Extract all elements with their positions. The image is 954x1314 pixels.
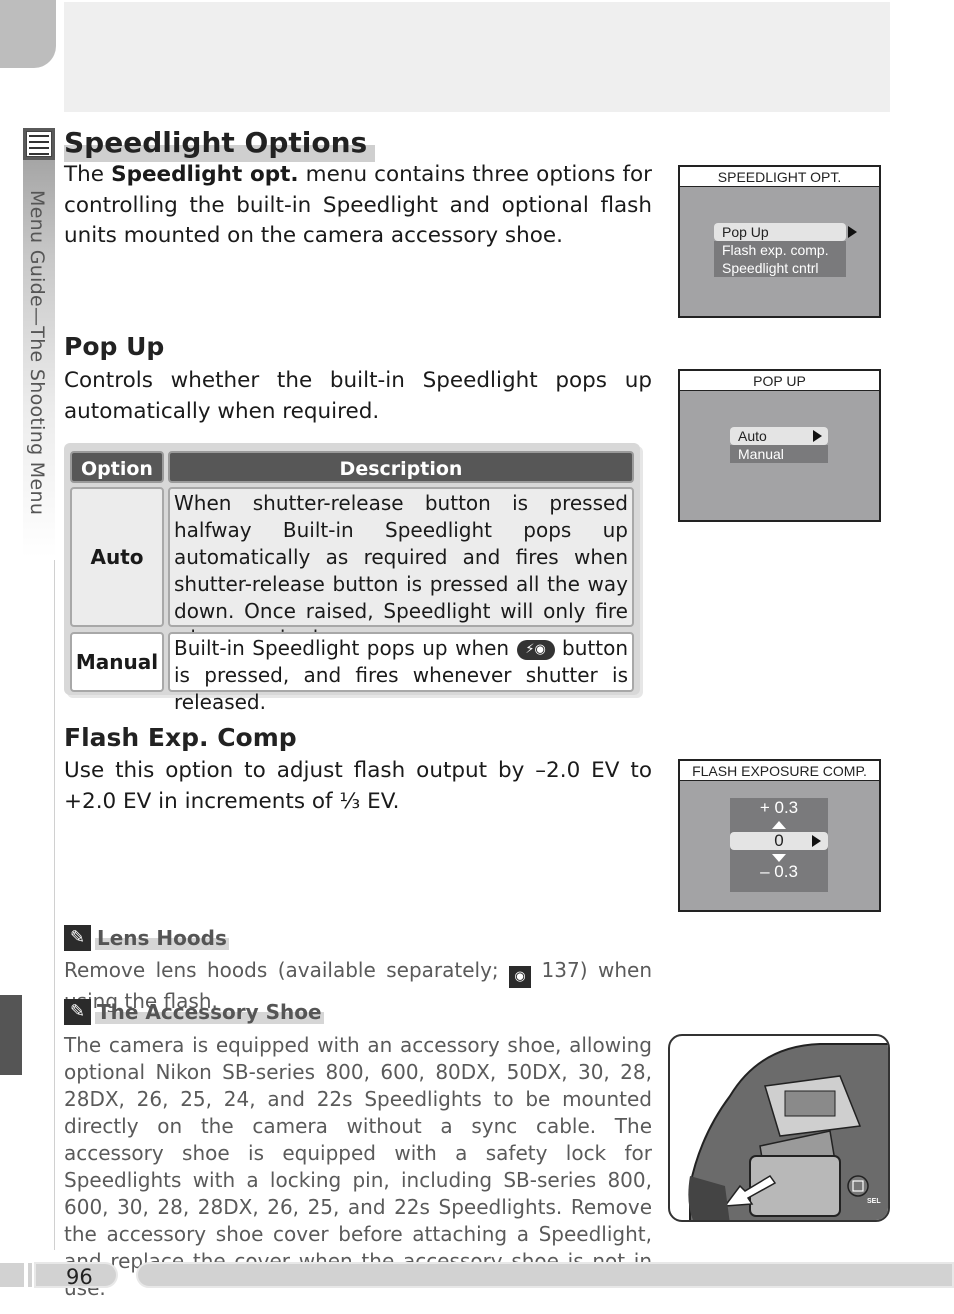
flash-popup-button-icon: ⚡◉ [516, 639, 555, 660]
flash-comp-paragraph: Use this option to adjust flash output b… [64, 758, 652, 814]
shooting-menu-icon [23, 128, 55, 160]
page-footer: 96 [0, 1260, 954, 1290]
menu-name: Speedlight opt. [111, 162, 299, 187]
lcd-flash-exposure-comp: FLASH EXPOSURE COMP. + 0.3 0 – 0.3 [678, 759, 881, 912]
page-corner-tab [0, 0, 56, 68]
table-header-option: Option [70, 451, 164, 483]
note-accessory-shoe: ✎ The Accessory Shoe [64, 999, 324, 1025]
section-heading-pop-up: Pop Up [64, 332, 165, 361]
arrow-right-icon [812, 835, 821, 847]
footer-stripe [28, 1263, 32, 1287]
page-number: 96 [34, 1262, 118, 1289]
table-cell-description: When shutter-release button is pressed h… [168, 487, 634, 650]
upper-value: + 0.3 [759, 798, 799, 817]
section-label: Menu Guide—The Shooting Menu [26, 190, 48, 516]
footer-stripe [0, 1263, 24, 1287]
top-banner [64, 2, 890, 112]
note-pencil-icon: ✎ [64, 925, 91, 951]
table-header-description: Description [168, 451, 634, 483]
lcd-item-flash-exp-comp: Flash exp. comp. [714, 241, 846, 259]
arrow-right-icon [848, 226, 857, 238]
value-selector: + 0.3 0 – 0.3 [730, 798, 828, 892]
sidebar-marker [0, 995, 22, 1075]
accessory-shoe-illustration: SEL [668, 1034, 890, 1222]
pop-up-paragraph: Controls whether the built-in Speedlight… [64, 368, 652, 424]
lcd-item-manual: Manual [730, 445, 828, 463]
table-cell-option: Auto [70, 487, 164, 627]
lcd-title: SPEEDLIGHT OPT. [680, 167, 879, 187]
reference-page: 137 [541, 958, 580, 982]
arrow-right-icon [813, 430, 822, 442]
lcd-speedlight-opt: SPEEDLIGHT OPT. Pop Up Flash exp. comp. … [678, 165, 881, 318]
lcd-title: FLASH EXPOSURE COMP. [680, 761, 879, 781]
lcd-pop-up: POP UP Auto Manual [678, 369, 881, 522]
lower-value: – 0.3 [760, 862, 798, 881]
table-cell-option: Manual [70, 632, 164, 692]
footer-bar [136, 1262, 954, 1288]
intro-paragraph: The Speedlight opt. menu contains three … [64, 162, 653, 248]
sidebar-divider [54, 560, 55, 1250]
current-value: 0 [730, 832, 828, 850]
lcd-title: POP UP [680, 371, 879, 391]
note-pencil-icon: ✎ [64, 999, 91, 1025]
page-title: Speedlight Options [64, 124, 376, 162]
pop-up-options-table: Option Description Auto When shutter-rel… [64, 443, 640, 714]
note-title: The Accessory Shoe [95, 1000, 324, 1024]
section-heading-flash-exp-comp: Flash Exp. Comp [64, 723, 297, 752]
note-title: Lens Hoods [95, 926, 229, 950]
camera-accessory-shoe-drawing: SEL [688, 1043, 888, 1220]
sel-label: SEL [867, 1198, 881, 1205]
lcd-item-speedlight-cntrl: Speedlight cntrl [714, 259, 846, 277]
note-lens-hoods: ✎ Lens Hoods [64, 925, 229, 951]
arrow-down-icon [772, 854, 786, 862]
table-cell-description: Built-in Speedlight pops up when ⚡◉ butt… [168, 632, 634, 714]
arrow-up-icon [772, 821, 786, 829]
page-reference-icon: ◉ [509, 966, 532, 988]
lcd-item-pop-up: Pop Up [714, 223, 846, 241]
